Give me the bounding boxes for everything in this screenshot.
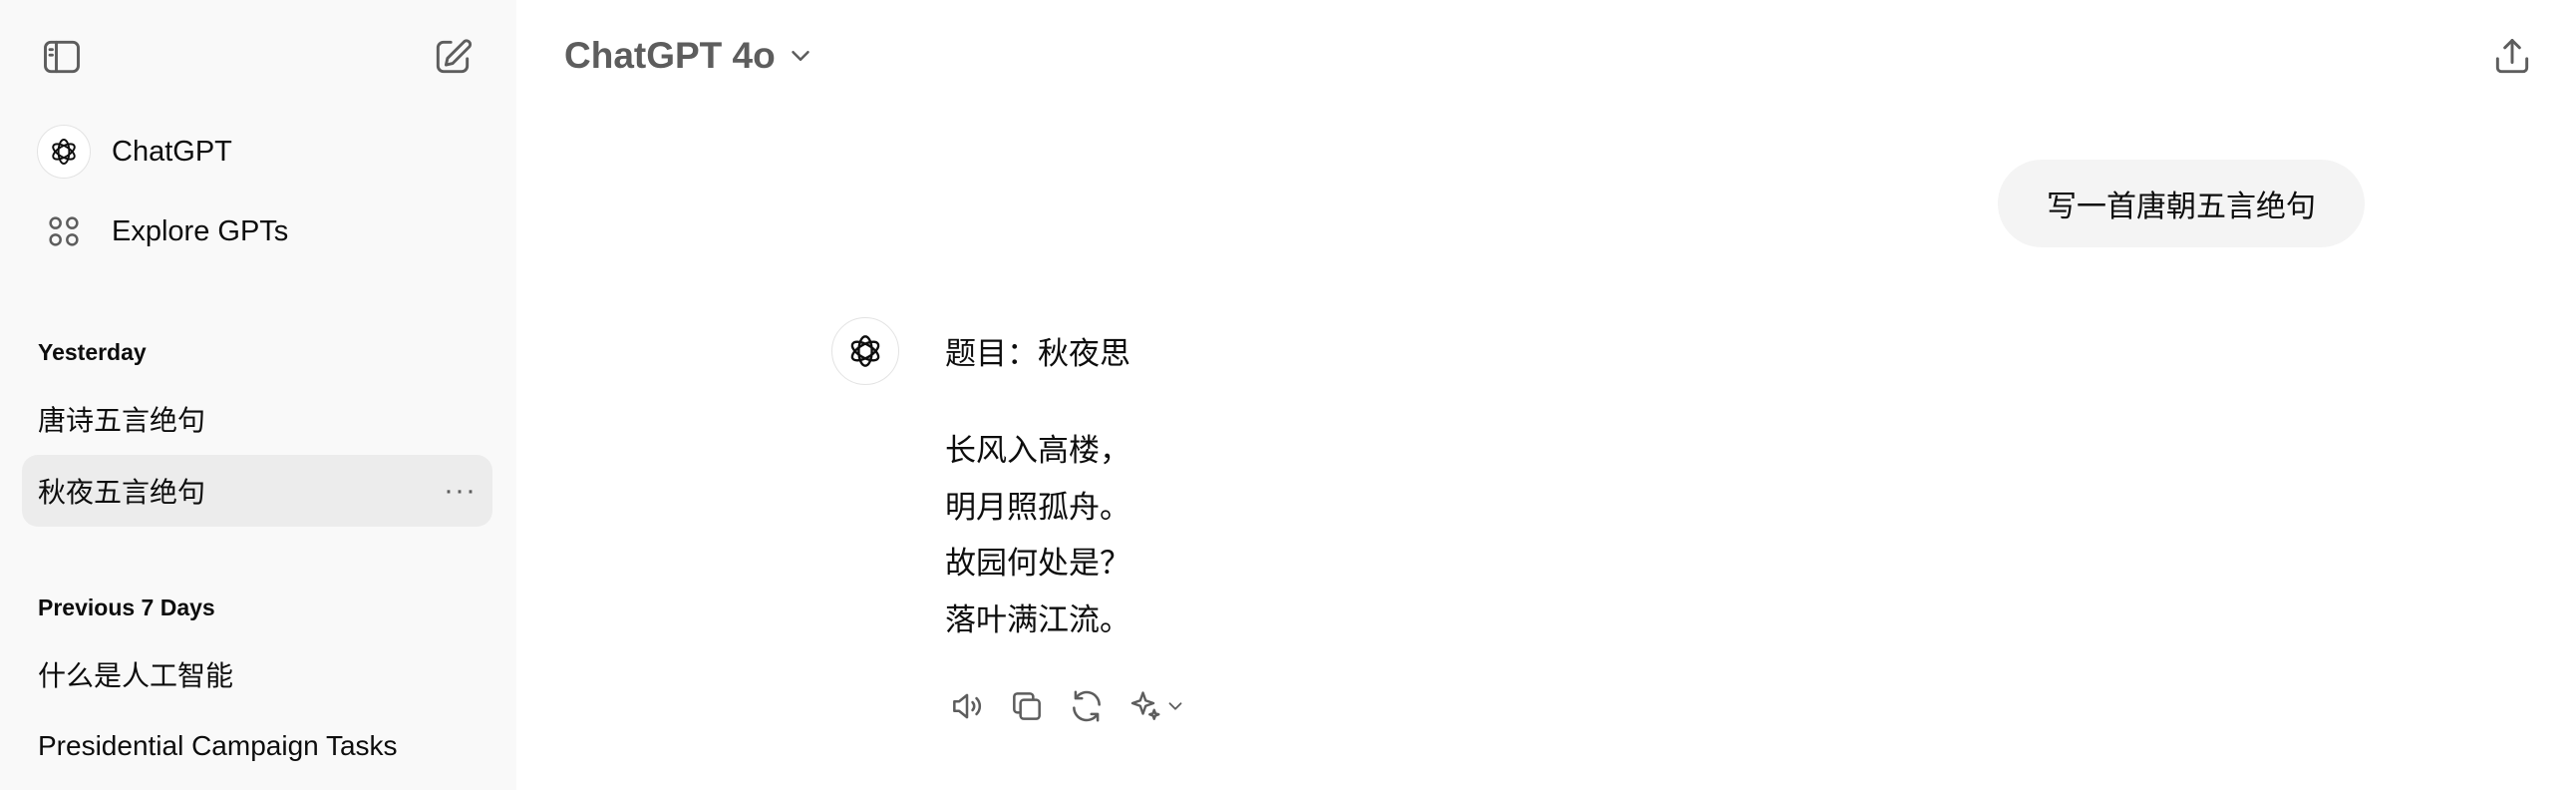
grid-dots-icon <box>49 216 79 246</box>
switch-model-button[interactable] <box>1125 684 1188 728</box>
section-title-previous-7-days: Previous 7 Days <box>38 594 215 620</box>
sidebar-item-label: Explore GPTs <box>112 214 289 247</box>
poem-line: 故园何处是？ <box>945 546 1130 581</box>
section-title-yesterday: Yesterday <box>38 339 147 365</box>
toggle-sidebar-button[interactable] <box>32 27 92 87</box>
copy-button[interactable] <box>1005 684 1049 728</box>
model-selector[interactable]: ChatGPT 4o <box>550 26 829 86</box>
openai-logo-icon <box>850 335 880 367</box>
copy-icon <box>1013 692 1041 720</box>
history-item[interactable]: 什么是人工智能 <box>22 638 492 710</box>
assistant-avatar <box>831 317 899 385</box>
share-icon <box>2495 39 2529 74</box>
sidebar-item-chatgpt[interactable]: ChatGPT <box>22 119 490 185</box>
sidebar-item-explore-gpts[interactable]: Explore GPTs <box>22 198 490 264</box>
sparkle-icon <box>1130 691 1160 720</box>
speaker-icon <box>953 693 982 719</box>
history-item-selected[interactable]: 秋夜五言绝句 ··· <box>22 455 492 527</box>
sidebar-toggle-icon <box>44 40 80 74</box>
refresh-icon <box>1073 690 1101 722</box>
regenerate-button[interactable] <box>1065 684 1109 728</box>
chevron-down-icon <box>1168 702 1182 710</box>
history-item[interactable]: 唐诗五言绝句 <box>22 383 492 455</box>
user-message-bubble: 写一首唐朝五言绝句 <box>1998 160 2365 247</box>
read-aloud-button[interactable] <box>945 684 989 728</box>
poem-line: 落叶满江流。 <box>945 601 1130 637</box>
chevron-down-icon <box>792 51 809 61</box>
poem-line: 明月照孤舟。 <box>945 489 1130 525</box>
sidebar-item-label: ChatGPT <box>112 135 232 168</box>
message-actions <box>945 684 1188 728</box>
poem-line: 长风入高楼， <box>945 433 1130 468</box>
history-item-label: 秋夜五言绝句 <box>38 477 206 508</box>
history-item[interactable]: Presidential Campaign Tasks <box>22 710 492 782</box>
more-options-icon[interactable]: ··· <box>444 455 477 527</box>
assistant-message: 题目：秋夜思 长风入高楼， 明月照孤舟。 故园何处是？ 落叶满江流。 <box>945 329 1130 648</box>
history-item-label: 唐诗五言绝句 <box>38 405 206 436</box>
poem-body: 长风入高楼， 明月照孤舟。 故园何处是？ 落叶满江流。 <box>945 423 1130 648</box>
share-button[interactable] <box>2482 27 2542 87</box>
history-item-label: Presidential Campaign Tasks <box>38 730 398 761</box>
new-chat-button[interactable] <box>423 27 483 87</box>
user-message-text: 写一首唐朝五言绝句 <box>2047 191 2316 223</box>
edit-icon <box>436 39 473 74</box>
model-name: ChatGPT 4o <box>564 35 776 76</box>
poem-title: 题目：秋夜思 <box>945 336 1130 371</box>
sidebar: ChatGPT Explore GPTs Yesterday 唐诗五言绝句 秋夜… <box>0 0 516 790</box>
openai-logo-icon <box>37 125 91 179</box>
history-item-label: 什么是人工智能 <box>38 660 234 691</box>
